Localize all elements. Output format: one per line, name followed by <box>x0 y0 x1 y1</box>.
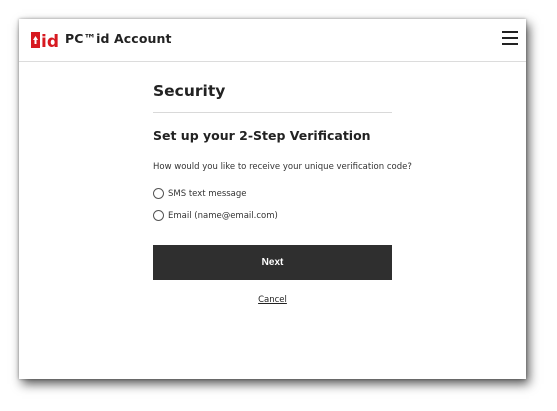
menu-bar-top <box>502 31 518 33</box>
section-title: Set up your 2-Step Verification <box>153 128 371 143</box>
pc-id-logo-icon: id <box>31 32 59 50</box>
email-option[interactable]: Email (name@email.com) <box>153 210 278 221</box>
next-button[interactable]: Next <box>153 245 392 280</box>
email-radio-button[interactable] <box>153 210 164 221</box>
top-navigation-bar: id PC™id Account <box>19 19 526 62</box>
sms-radio-button[interactable] <box>153 188 164 199</box>
title-divider <box>153 112 392 113</box>
sms-option[interactable]: SMS text message <box>153 188 247 199</box>
menu-bar-middle <box>502 37 518 39</box>
cancel-link[interactable]: Cancel <box>153 295 392 305</box>
logo-text: id <box>41 32 59 50</box>
pc-id-logo[interactable]: id <box>31 30 61 50</box>
email-option-label: Email (name@email.com) <box>168 210 278 221</box>
menu-bar-bottom <box>502 43 518 45</box>
page-title: Security <box>153 82 226 100</box>
app-window: id PC™id Account Security Set up your 2-… <box>19 19 526 379</box>
verification-question: How would you like to receive your uniqu… <box>153 162 412 172</box>
hamburger-menu-icon[interactable] <box>502 29 518 47</box>
screenshot-stage: id PC™id Account Security Set up your 2-… <box>0 0 557 411</box>
sms-option-label: SMS text message <box>168 188 247 199</box>
app-title: PC™id Account <box>65 31 172 46</box>
